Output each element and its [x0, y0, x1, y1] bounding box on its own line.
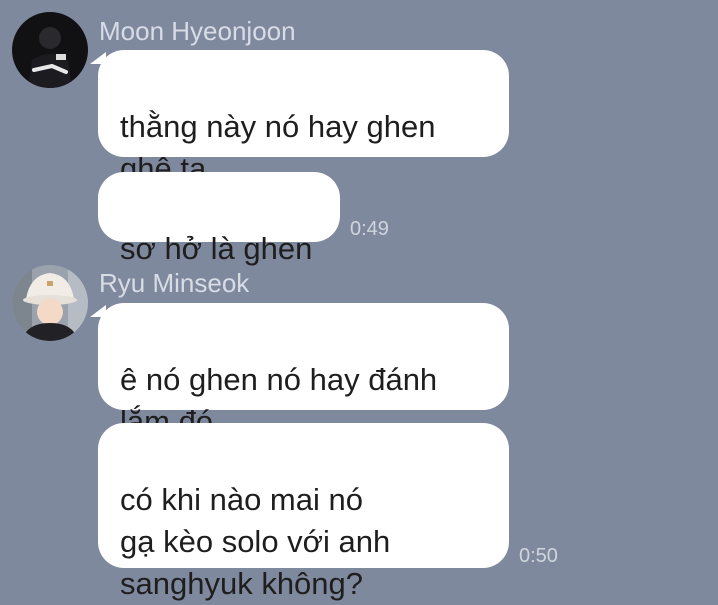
- message-bubble[interactable]: thằng này nó hay ghen ghê ta: [98, 50, 509, 186]
- profile-photo-icon: [12, 12, 88, 88]
- message-timestamp: 0:49: [350, 218, 389, 240]
- avatar-moon-hyeonjoon[interactable]: [12, 12, 88, 88]
- avatar-ryu-minseok[interactable]: [12, 265, 88, 341]
- message-bubble[interactable]: có khi nào mai nó gạ kèo solo với anh sa…: [98, 423, 509, 601]
- message-timestamp: 0:50: [519, 545, 558, 567]
- message-text: sơ hở là ghen: [120, 231, 313, 266]
- message-text: có khi nào mai nó gạ kèo solo với anh sa…: [120, 482, 391, 601]
- message-bubble[interactable]: sơ hở là ghen: [98, 172, 340, 266]
- chat-message-list[interactable]: Moon Hyeonjoon thằng này nó hay ghen ghê…: [0, 0, 718, 601]
- sender-name: Moon Hyeonjoon: [99, 16, 296, 46]
- sender-name: Ryu Minseok: [99, 268, 250, 298]
- message-bubble[interactable]: ê nó ghen nó hay đánh lắm đó: [98, 303, 509, 439]
- profile-photo-icon: [12, 265, 88, 341]
